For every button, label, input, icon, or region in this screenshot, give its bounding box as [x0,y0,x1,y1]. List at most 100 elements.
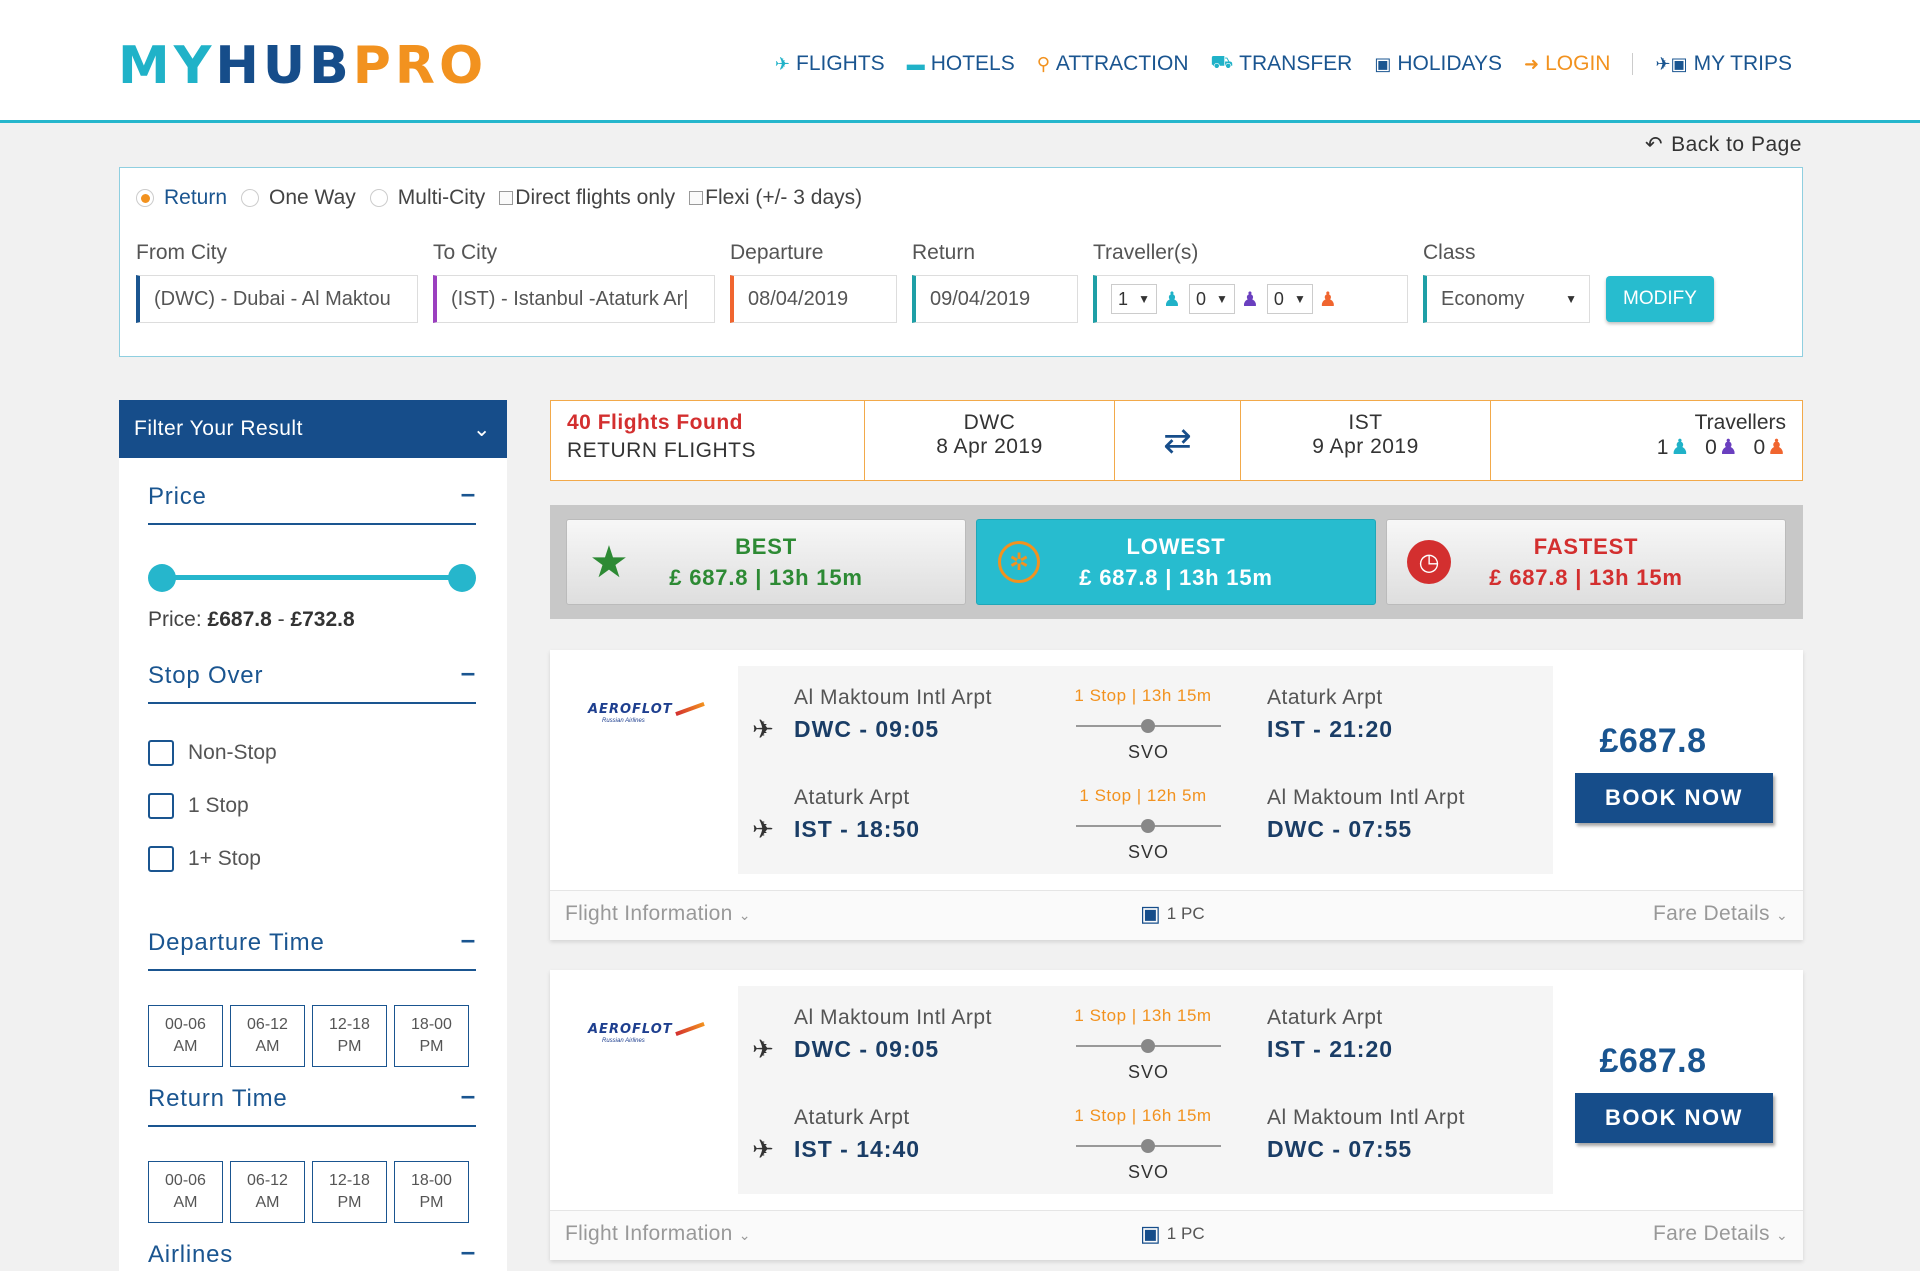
caret-down-icon: ▼ [1565,292,1577,306]
return-date-input[interactable]: 09/04/2019 [912,275,1078,323]
collapse-icon: – [460,657,476,687]
one-stop-label: 1 Stop [188,794,249,817]
sort-tab-fastest[interactable]: ◷ FASTEST £ 687.8 | 13h 15m [1386,519,1786,605]
logo-part-pro: PRO [352,36,488,96]
price-separator: - [277,608,285,631]
checkbox-box [148,846,174,872]
slider-track [158,575,466,580]
nav-holidays[interactable]: ▣ HOLIDAYS [1374,52,1502,76]
departure-slot-00-06[interactable]: 00-06 AM [148,1005,223,1067]
return-slot-18-00[interactable]: 18-00 PM [394,1161,469,1223]
suitcase-icon: ▣ [1374,53,1392,74]
return-slot-12-18[interactable]: 12-18 PM [312,1161,387,1223]
trip-type-one-way[interactable]: One Way [241,186,356,210]
flight-information-toggle[interactable]: Flight Information ⌄ [565,902,751,926]
myhubpro-logo[interactable]: MYHUBPRO [118,38,487,94]
direct-flights-checkbox[interactable]: Direct flights only [499,186,675,210]
departure-slot-06-12[interactable]: 06-12 AM [230,1005,305,1067]
stop-filter-1-stop[interactable]: 1 Stop [148,793,249,819]
from-city-label: From City [136,241,227,264]
destination-code: IST [1348,411,1383,434]
modify-button[interactable]: MODIFY [1606,276,1714,322]
coin-icon: ✲ [977,541,1061,583]
filter-header[interactable]: Filter Your Result ⌄ [119,400,507,458]
price-section-header[interactable]: Price – [148,480,476,525]
children-select[interactable]: 0 ▼ [1188,284,1235,314]
one-plus-stop-label: 1+ Stop [188,847,261,870]
trip-type-multi-city[interactable]: Multi-City [369,186,485,210]
back-to-page-link[interactable]: ↶ Back to Page [1645,132,1802,157]
checkbox-box [689,191,704,205]
plane-departure-icon: ✈ [752,1034,774,1064]
sort-tab-best[interactable]: ★ BEST £ 687.8 | 13h 15m [566,519,966,605]
slider-min-handle[interactable] [148,564,176,592]
swap-icon[interactable]: ⇄ [1115,401,1241,480]
fare-details-toggle[interactable]: Fare Details ⌄ [1653,902,1788,926]
to-city-input[interactable]: (IST) - Istanbul -Ataturk Ar| [433,275,715,323]
sort-tab-detail: £ 687.8 | 13h 15m [1079,565,1273,590]
return-slot-00-06[interactable]: 00-06 AM [148,1161,223,1223]
slider-max-handle[interactable] [448,564,476,592]
nav-attraction[interactable]: ⚲ ATTRACTION [1037,52,1189,76]
nav-my-trips[interactable]: ✈▣ MY TRIPS [1655,52,1792,76]
stops-duration: 1 Stop | 13h 15m [1074,1006,1212,1025]
non-stop-label: Non-Stop [188,741,277,764]
adults-select[interactable]: 1 ▼ [1111,284,1157,314]
stop-filter-1-plus-stop[interactable]: 1+ Stop [148,846,261,872]
flight-information-toggle[interactable]: Flight Information ⌄ [565,1222,751,1246]
nav-attraction-label: ATTRACTION [1055,52,1189,75]
nav-flights[interactable]: ✈ FLIGHTS [775,52,885,76]
book-now-button[interactable]: BOOK NOW [1575,773,1773,823]
stop-filter-non-stop[interactable]: Non-Stop [148,740,277,766]
sort-tab-best-text: BEST £ 687.8 | 13h 15m [651,531,965,593]
infants-count: 0 [1753,436,1766,459]
trip-type-return-label: Return [164,186,228,209]
plane-departure-icon: ✈ [752,1134,774,1164]
airline-name: AEROFLOT [588,1022,673,1037]
airline-logo: AEROFLOT Russian Airlines [588,700,705,724]
chevron-down-icon: ⌄ [1775,907,1788,923]
nav-transfer[interactable]: ⛟ TRANSFER [1211,52,1353,76]
stops-duration: 1 Stop | 12h 5m [1079,786,1207,805]
departure-slot-12-18[interactable]: 12-18 PM [312,1005,387,1067]
baggage-info: ▣ 1 PC [1140,1221,1205,1247]
departure-slot-18-00[interactable]: 18-00 PM [394,1005,469,1067]
stop-over-section-header[interactable]: Stop Over – [148,657,476,704]
arrival-time: IST - 21:20 [1267,716,1394,742]
stop-dot [1141,719,1155,733]
departure-time: IST - 18:50 [794,816,921,842]
slot-range: 00-06 [165,1172,206,1189]
sort-tab-title: LOWEST [1126,534,1226,559]
flexi-checkbox[interactable]: Flexi (+/- 3 days) [689,186,862,210]
top-header: MYHUBPRO ✈ FLIGHTS ▬ HOTELS ⚲ ATTRACTION ⛟ T… [0,0,1920,123]
book-now-button[interactable]: BOOK NOW [1575,1093,1773,1143]
sort-tab-lowest[interactable]: ✲ LOWEST £ 687.8 | 13h 15m [976,519,1376,605]
departure-date-input[interactable]: 08/04/2019 [730,275,897,323]
child-icon: ♟ [1240,288,1259,311]
travellers-counts: 1♟ 0♟ 0♟ [1491,435,1786,460]
destination-date: 9 Apr 2019 [1312,435,1419,458]
departure-time-section-header[interactable]: Departure Time – [148,926,476,971]
from-city-value: (DWC) - Dubai - Al Maktou [154,287,391,310]
from-city-input[interactable]: (DWC) - Dubai - Al Maktou [136,275,418,323]
price-section-title: Price [148,483,207,510]
slot-period: PM [337,1038,362,1055]
nav-login[interactable]: ➜ LOGIN [1524,52,1610,76]
destination-cell: IST 9 Apr 2019 [1241,401,1491,480]
airline-tagline: Russian Airlines [602,1038,645,1044]
airlines-section-header[interactable]: Airlines – [148,1238,476,1271]
nav-hotels[interactable]: ▬ HOTELS [907,52,1015,76]
return-slot-06-12[interactable]: 06-12 AM [230,1161,305,1223]
flight-information-label: Flight Information [565,1222,733,1245]
sort-tab-detail: £ 687.8 | 13h 15m [669,565,863,590]
sort-tab-fastest-text: FASTEST £ 687.8 | 13h 15m [1471,531,1785,593]
departure-time: DWC - 09:05 [794,1036,940,1062]
fare-details-toggle[interactable]: Fare Details ⌄ [1653,1222,1788,1246]
trip-type-return[interactable]: Return [136,186,227,210]
caret-down-icon: ▼ [1293,292,1306,306]
return-leg: ✈ Ataturk Arpt IST - 14:40 1 Stop | 16h … [738,1086,1553,1182]
class-select[interactable]: Economy ▼ [1423,275,1590,323]
caret-down-icon: ▼ [1216,292,1228,306]
infants-select[interactable]: 0 ▼ [1266,284,1313,314]
return-time-section-header[interactable]: Return Time – [148,1082,476,1127]
